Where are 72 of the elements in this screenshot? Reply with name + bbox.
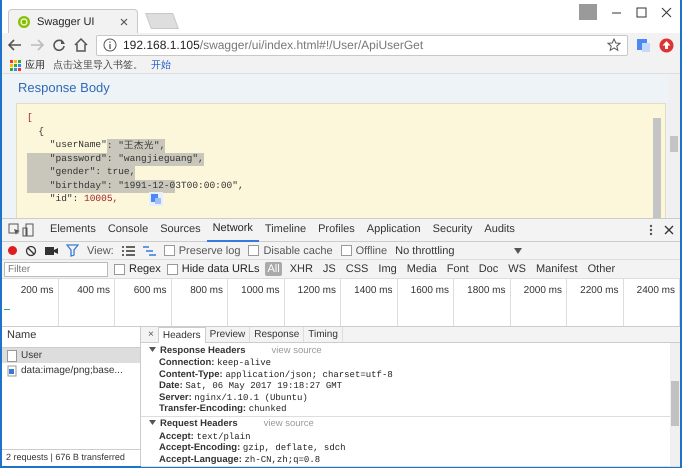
type-filter[interactable]: JS — [320, 262, 338, 276]
detail-tab[interactable]: Timing — [304, 327, 343, 342]
detail-tab[interactable]: Headers — [158, 326, 206, 342]
bookmark-link[interactable]: 开始 — [151, 58, 171, 72]
code-text: "password": "wangjieguang", — [27, 152, 204, 166]
devtools-tab[interactable]: Profiles — [312, 219, 361, 241]
type-filter[interactable]: Other — [586, 262, 618, 276]
checkbox-label[interactable]: Preserve log — [178, 244, 240, 256]
tick-label: 2400 ms — [636, 285, 675, 296]
checkbox-label[interactable]: Disable cache — [263, 244, 333, 256]
code-text: 10005, — [84, 193, 118, 206]
view-label: View: — [87, 244, 114, 256]
header-line: Date: Sat, 06 May 2017 19:18:27 GMT — [158, 380, 344, 392]
throttling-dropdown[interactable]: No throttling — [395, 244, 522, 256]
tick-label: 800 ms — [190, 285, 223, 296]
tick-label: 200 ms — [20, 285, 54, 296]
browser-tab[interactable]: Swagger UI — [8, 9, 138, 33]
bookmark-hint[interactable]: 点击这里导入书签。 — [53, 58, 143, 72]
type-filter[interactable]: XHR — [288, 262, 315, 276]
request-row[interactable]: User — [2, 348, 140, 363]
header-line: Connection: keep-alive — [158, 357, 272, 368]
devtools-tab[interactable]: Console — [102, 219, 154, 241]
address-bar[interactable]: 192.168.1.105/swagger/ui/index.html#!/User/ApiUserGet — [96, 34, 628, 56]
tick-label: 1000 ms — [241, 285, 280, 296]
devtools-tab[interactable]: Timeline — [258, 219, 312, 241]
header-line: Accept-Language: zh-CN,zh;q=0.8 — [158, 454, 322, 465]
devtools-tab[interactable]: Audits — [478, 219, 521, 241]
type-filter[interactable]: Font — [444, 262, 471, 276]
header-line: Content-Type: application/json; charset=utf-8 — [158, 368, 394, 380]
type-filter[interactable]: Manifest — [534, 262, 580, 276]
request-row[interactable]: data:image/png;base... — [2, 363, 140, 378]
devtools-tab[interactable]: Security — [426, 219, 478, 241]
type-filter[interactable]: Doc — [476, 262, 500, 276]
devtools-tab[interactable]: Application — [360, 219, 427, 241]
section-title[interactable]: Request Headers — [160, 418, 238, 429]
tick-label: 1600 ms — [410, 285, 449, 296]
detail-tab[interactable]: Response — [250, 327, 304, 342]
section-title[interactable]: Response Headers — [160, 344, 246, 356]
header-line: Accept-Encoding: gzip, deflate, sdch — [158, 442, 347, 454]
section-heading: Response Body — [18, 80, 111, 95]
header-line: Server: nginx/1.10.1 (Ubuntu) — [158, 392, 309, 403]
column-header[interactable]: Name — [7, 329, 36, 341]
code-text: [ — [27, 112, 33, 125]
type-filter[interactable]: Img — [376, 262, 399, 276]
code-text: "gender": true, — [27, 166, 136, 180]
devtools-tab[interactable]: Sources — [154, 219, 207, 241]
header-line: Transfer-Encoding: chunked — [158, 403, 288, 414]
devtools-tab[interactable]: Elements — [44, 219, 102, 241]
checkbox-label[interactable]: Regex — [129, 263, 161, 275]
type-filter[interactable]: CSS — [344, 262, 370, 276]
code-text: "birthday": "1991-12-0 — [27, 180, 176, 193]
tick-label: 400 ms — [77, 285, 110, 296]
filter-field[interactable]: Filter — [4, 262, 108, 276]
code-text: { — [37, 126, 44, 138]
tick-label: 1200 ms — [298, 285, 336, 296]
checkbox-label[interactable]: Offline — [356, 244, 388, 256]
code-text: 3T00:00:00", — [175, 180, 244, 192]
detail-tab[interactable]: Preview — [206, 327, 250, 342]
tick-label: 2200 ms — [580, 285, 618, 296]
tick-label: 1800 ms — [467, 285, 506, 296]
code-text: "id": — [48, 193, 80, 206]
tick-label: 600 ms — [134, 285, 166, 296]
code-text: "userName" — [48, 139, 107, 152]
header-line: Accept: text/plain — [158, 430, 252, 442]
code-text: : "王杰光", — [106, 139, 166, 152]
bookmark-label[interactable]: 应用 — [25, 58, 45, 72]
type-filter[interactable]: WS — [506, 262, 528, 276]
checkbox-label[interactable]: Hide data URLs — [182, 263, 260, 275]
tick-label: 2000 ms — [524, 285, 562, 296]
close-button[interactable]: × — [144, 329, 158, 340]
tick-label: 1400 ms — [354, 285, 392, 296]
type-filter[interactable]: Media — [404, 262, 439, 276]
